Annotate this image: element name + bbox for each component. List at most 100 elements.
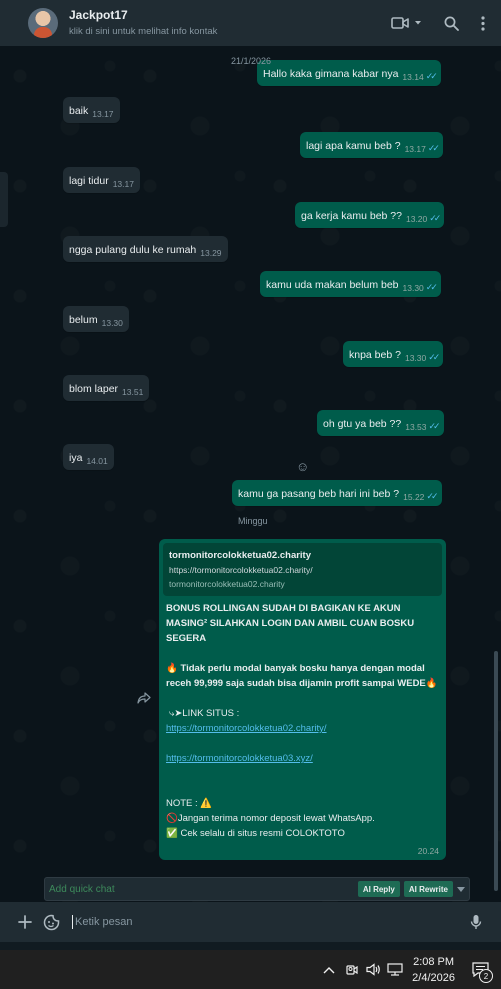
message-bubble[interactable]: lagi apa kamu beb ? 13.17 ✓✓ bbox=[300, 132, 443, 158]
text-cursor bbox=[72, 915, 73, 929]
system-tray: 2:08 PM 2/4/2026 2 bbox=[318, 950, 501, 989]
message-bubble[interactable]: ga kerja kamu beb ?? 13.20 ✓✓ bbox=[295, 202, 445, 228]
message-bubble[interactable]: lagi tidur 13.17 bbox=[63, 167, 140, 193]
message-text: ngga pulang dulu ke rumah bbox=[69, 244, 197, 256]
emoji-reaction-icon[interactable]: ☺ bbox=[296, 459, 309, 474]
chevron-up-icon[interactable] bbox=[318, 966, 340, 974]
chat-header[interactable]: Jackpot17 klik di sini untuk melihat inf… bbox=[0, 0, 501, 46]
avatar[interactable] bbox=[28, 8, 58, 38]
message-bubble[interactable]: Hallo kaka gimana kabar nya 13.14 ✓✓ bbox=[257, 60, 441, 86]
video-call-icon[interactable] bbox=[391, 16, 409, 30]
scrollbar[interactable] bbox=[494, 651, 498, 891]
date-separator: 21/1/2026 bbox=[231, 56, 272, 66]
clock-time: 2:08 PM bbox=[413, 955, 455, 968]
message-link[interactable]: https://tormonitorcolokketua02.charity/ bbox=[166, 721, 439, 736]
message-text: baik bbox=[69, 105, 89, 117]
message-text: lagi tidur bbox=[69, 175, 109, 187]
note-line: ✅ Cek selalu di situs resmi COLOKTOTO bbox=[166, 828, 345, 839]
system-clock[interactable]: 2:08 PM 2/4/2026 bbox=[412, 954, 455, 986]
link-preview[interactable]: tormonitorcolokketua02.charity https://t… bbox=[163, 543, 442, 596]
sticker-icon[interactable] bbox=[38, 914, 64, 931]
notification-count-badge: 2 bbox=[479, 969, 493, 983]
read-ticks-icon: ✓✓ bbox=[428, 421, 441, 431]
window-bottom-edge bbox=[0, 942, 501, 950]
message-time: 13.17 bbox=[92, 109, 114, 119]
message-time: 14.01 bbox=[86, 456, 108, 466]
clock-date: 2/4/2026 bbox=[412, 971, 455, 984]
contact-info[interactable]: Jackpot17 klik di sini untuk melihat inf… bbox=[69, 8, 217, 38]
forward-icon[interactable] bbox=[137, 692, 151, 706]
message-time: 20.24 bbox=[417, 846, 439, 856]
panel-handle[interactable] bbox=[0, 172, 8, 227]
ai-rewrite-button[interactable]: AI Rewrite bbox=[403, 881, 453, 897]
message-bubble[interactable]: knpa beb ? 13.30 ✓✓ bbox=[343, 341, 444, 367]
notification-center-button[interactable]: 2 bbox=[465, 950, 495, 989]
plus-icon[interactable] bbox=[12, 915, 38, 929]
message-bubble[interactable]: ngga pulang dulu ke rumah 13.29 bbox=[63, 236, 228, 262]
quick-chat-bar[interactable]: Add quick chat AI Reply AI Rewrite bbox=[44, 877, 470, 901]
message-text: Hallo kaka gimana kabar nya bbox=[263, 68, 399, 80]
date-separator: Minggu bbox=[238, 516, 268, 526]
message-text: iya bbox=[69, 452, 83, 464]
meet-now-icon[interactable] bbox=[340, 963, 362, 977]
message-time: 13.29 bbox=[200, 248, 222, 258]
message-time: 13.51 bbox=[122, 387, 144, 397]
composer-bar: Ketik pesan bbox=[0, 902, 501, 942]
contact-name: Jackpot17 bbox=[69, 8, 128, 22]
message-text: oh gtu ya beb ?? bbox=[323, 418, 402, 430]
message-text: ga kerja kamu beb ?? bbox=[301, 210, 402, 222]
message-time: 13.20 bbox=[405, 213, 428, 224]
message-bubble[interactable]: blom laper 13.51 bbox=[63, 375, 150, 401]
read-ticks-icon: ✓✓ bbox=[425, 282, 438, 292]
message-time: 13.14 bbox=[402, 71, 424, 82]
ai-reply-button[interactable]: AI Reply bbox=[357, 881, 400, 897]
message-headline: BONUS ROLLINGAN SUDAH DI BAGIKAN KE AKUN… bbox=[166, 603, 415, 644]
link-label: ⤷➤LINK SITUS : bbox=[169, 708, 240, 719]
chevron-down-icon[interactable] bbox=[457, 886, 465, 892]
message-bubble[interactable]: kamu uda makan belum beb 13.30 ✓✓ bbox=[260, 271, 441, 297]
message-text: blom laper bbox=[69, 383, 119, 395]
read-ticks-icon: ✓✓ bbox=[426, 491, 438, 501]
message-text: kamu ga pasang beb hari ini beb ? bbox=[238, 488, 400, 500]
message-bubble[interactable]: belum 13.30 bbox=[63, 306, 129, 332]
read-ticks-icon: ✓✓ bbox=[425, 71, 438, 81]
message-time: 13.17 bbox=[112, 179, 134, 189]
message-time: 13.30 bbox=[404, 352, 427, 363]
read-ticks-icon: ✓✓ bbox=[429, 213, 441, 223]
message-time: 13.30 bbox=[101, 318, 123, 328]
message-text: kamu uda makan belum beb bbox=[266, 279, 399, 291]
message-bubble[interactable]: iya 14.01 bbox=[63, 444, 114, 470]
message-bubble[interactable]: oh gtu ya beb ?? 13.53 ✓✓ bbox=[317, 410, 444, 436]
link-message-bubble[interactable]: tormonitorcolokketua02.charity https://t… bbox=[159, 539, 446, 860]
message-input[interactable]: Ketik pesan bbox=[72, 907, 455, 937]
message-time: 15.22 bbox=[403, 491, 425, 502]
search-icon[interactable] bbox=[444, 16, 459, 31]
preview-host: tormonitorcolokketua02.charity bbox=[169, 579, 285, 589]
read-ticks-icon: ✓✓ bbox=[427, 143, 440, 153]
message-bubble[interactable]: kamu ga pasang beb hari ini beb ? 15.22 ✓… bbox=[232, 480, 442, 506]
message-time: 13.17 bbox=[404, 143, 426, 154]
volume-icon[interactable] bbox=[362, 963, 384, 976]
chevron-down-icon[interactable] bbox=[414, 20, 422, 26]
message-time: 13.30 bbox=[402, 282, 424, 293]
message-time: 13.53 bbox=[405, 421, 427, 432]
microphone-icon[interactable] bbox=[463, 914, 489, 930]
menu-icon[interactable] bbox=[481, 15, 485, 31]
contact-subtitle: klik di sini untuk melihat info kontak bbox=[69, 26, 218, 37]
message-text: belum bbox=[69, 314, 98, 326]
whatsapp-window: Jackpot17 klik di sini untuk melihat inf… bbox=[0, 0, 501, 989]
preview-url: https://tormonitorcolokketua02.charity/ bbox=[169, 565, 313, 575]
message-text: knpa beb ? bbox=[349, 349, 401, 361]
network-icon[interactable] bbox=[384, 963, 406, 976]
message-body: BONUS ROLLINGAN SUDAH DI BAGIKAN KE AKUN… bbox=[163, 596, 442, 841]
quick-chat-input[interactable]: Add quick chat bbox=[49, 884, 358, 895]
chat-panel[interactable]: Hallo kaka gimana kabar nya 13.14 ✓✓ 21/1… bbox=[0, 46, 501, 906]
note-line: 🚫Jangan terima nomor deposit lewat Whats… bbox=[166, 813, 375, 824]
message-bubble[interactable]: baik 13.17 bbox=[63, 97, 120, 123]
read-ticks-icon: ✓✓ bbox=[428, 352, 440, 362]
message-promo: 🔥 Tidak perlu modal banyak bosku hanya d… bbox=[166, 663, 438, 689]
note-label: NOTE : ⚠️ bbox=[166, 798, 213, 809]
message-link[interactable]: https://tormonitorcolokketua03.xyz/ bbox=[166, 751, 439, 766]
preview-title: tormonitorcolokketua02.charity bbox=[169, 550, 312, 561]
message-input-placeholder: Ketik pesan bbox=[75, 916, 133, 928]
